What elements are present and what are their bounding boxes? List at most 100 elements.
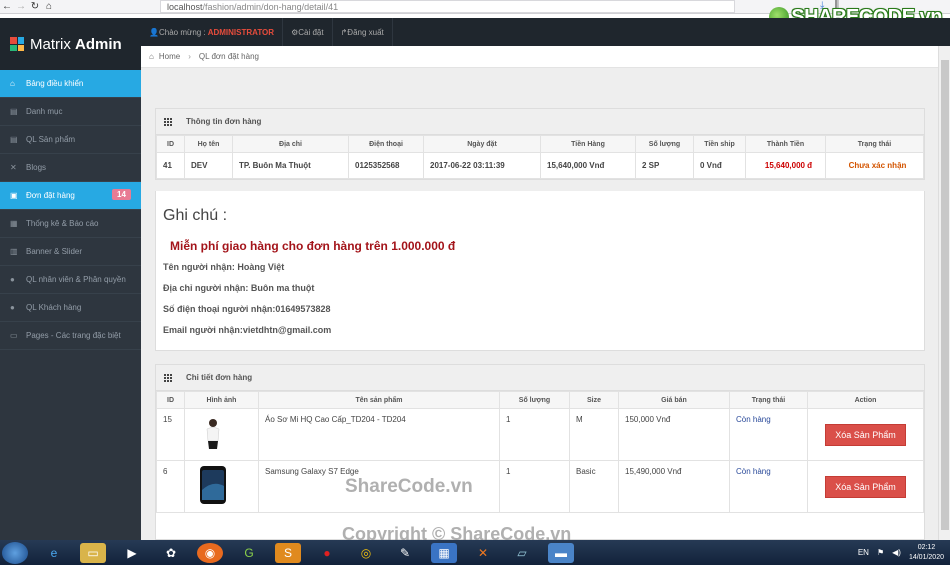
recipient-address: Địa chỉ người nhận: Buôn ma thuột bbox=[163, 283, 315, 293]
sidebar-item-reports[interactable]: ▦ Thống kê & Báo cáo bbox=[0, 210, 141, 238]
goods-total: 15,640,000 Vnđ bbox=[540, 152, 636, 179]
customer-phone: 0125352568 bbox=[348, 152, 424, 179]
sidebar-item-categories[interactable]: ▤ Danh mục bbox=[0, 98, 141, 126]
clock[interactable]: 02:12 14/01/2020 bbox=[909, 543, 944, 563]
chrome-icon[interactable]: ◎ bbox=[353, 543, 379, 563]
gear-icon: ⚙ bbox=[291, 27, 299, 37]
welcome-link[interactable]: 👤 Chào mừng : ADMINISTRATOR bbox=[141, 18, 284, 46]
sidebar: ⌂ Bảng điều khiển ▤ Danh mục ▤ QL Sản phẩm … bbox=[0, 70, 147, 540]
paint-icon[interactable]: ✿ bbox=[158, 543, 184, 563]
screenshot-icon[interactable]: ▬ bbox=[548, 542, 574, 563]
language-indicator[interactable]: EN bbox=[858, 548, 869, 557]
recorder-icon[interactable]: ● bbox=[314, 543, 340, 563]
recipient-email: Email người nhận:vietdhtn@gmail.com bbox=[163, 325, 332, 335]
start-button[interactable] bbox=[2, 541, 28, 564]
volume-icon[interactable]: ◀) bbox=[892, 548, 901, 557]
product-price: 15,490,000 Vnđ bbox=[618, 460, 730, 513]
forward-icon[interactable]: → bbox=[14, 0, 28, 14]
col-header: ID bbox=[156, 135, 185, 153]
order-detail-title: Chi tiết đơn hàng bbox=[186, 373, 253, 382]
product-id: 6 bbox=[156, 460, 185, 513]
main-content: ⌂ Home › QL đơn đặt hàng Thông tin đơn h… bbox=[141, 46, 938, 540]
home-icon[interactable]: ⌂ bbox=[42, 0, 56, 14]
phone-photo-icon bbox=[197, 466, 229, 504]
item-count: 2 SP bbox=[635, 152, 694, 179]
home-icon: ⌂ bbox=[10, 79, 15, 88]
sidebar-item-label: Blogs bbox=[26, 163, 47, 172]
notes-icon[interactable]: ▱ bbox=[509, 543, 535, 563]
logout-link[interactable]: ↱ Đăng xuất bbox=[333, 18, 393, 46]
user-icon: ● bbox=[10, 303, 15, 312]
windows-taskbar: e ▭ ▶ ✿ ◉ G S ● ◎ ✎ ▦ ✕ ▱ ▬ EN ⚑ ◀) 02:1… bbox=[0, 540, 950, 565]
sidebar-item-label: QL Khách hàng bbox=[26, 303, 82, 312]
breadcrumb-home[interactable]: Home bbox=[159, 52, 180, 61]
col-header: Trạng thái bbox=[825, 135, 924, 153]
sidebar-item-customers[interactable]: ● QL Khách hàng bbox=[0, 294, 141, 322]
delete-product-button[interactable]: Xóa Sản Phẩm bbox=[825, 475, 906, 498]
address-bar[interactable]: localhost/fashion/admin/don-hang/detail/… bbox=[160, 0, 735, 13]
recipient-phone: Số điện thoại người nhận:01649573828 bbox=[163, 304, 331, 314]
order-note: Ghi chú : Miễn phí giao hàng cho đơn hàn… bbox=[155, 191, 925, 351]
sidebar-item-blogs[interactable]: ✕ Blogs bbox=[0, 154, 141, 182]
welcome-user: ADMINISTRATOR bbox=[207, 27, 275, 37]
sidebar-item-orders[interactable]: ▣ Đơn đặt hàng 14 bbox=[0, 182, 147, 210]
col-header: Tiền Hàng bbox=[540, 135, 636, 153]
order-id: 41 bbox=[156, 152, 185, 179]
table-header-row: ID Họ tên Địa chỉ Điện thoại Ngày đặt Ti… bbox=[156, 135, 924, 153]
sidebar-item-products[interactable]: ▤ QL Sản phẩm bbox=[0, 126, 141, 154]
reload-icon[interactable]: ↻ bbox=[28, 0, 42, 14]
sublime-icon[interactable]: S bbox=[275, 542, 301, 563]
sidebar-item-banner[interactable]: ▥ Banner & Slider bbox=[0, 238, 141, 266]
product-status[interactable]: Còn hàng bbox=[729, 408, 808, 461]
customer-name: DEV bbox=[184, 152, 233, 179]
sidebar-item-label: Thống kê & Báo cáo bbox=[26, 219, 99, 228]
col-header: ID bbox=[156, 391, 185, 409]
product-size: M bbox=[569, 408, 619, 461]
app-g-icon[interactable]: G bbox=[236, 543, 262, 563]
firefox-icon[interactable]: ◉ bbox=[197, 542, 223, 563]
ie-icon[interactable]: e bbox=[41, 543, 67, 563]
top-nav: 👤 Chào mừng : ADMINISTRATOR ⚙ Cài đặt ↱ … bbox=[141, 18, 393, 46]
action-cell: Xóa Sản Phẩm bbox=[807, 460, 924, 513]
url-host: localhost bbox=[167, 1, 203, 12]
scrollbar[interactable] bbox=[938, 46, 950, 540]
table-row: 41 DEV TP. Buôn Ma Thuột 0125352568 2017… bbox=[156, 152, 924, 179]
brand-light: Matrix bbox=[30, 35, 71, 53]
home-icon: ⌂ bbox=[149, 52, 154, 61]
order-date: 2017-06-22 03:11:39 bbox=[423, 152, 541, 179]
watermark-center: ShareCode.vn bbox=[345, 476, 473, 497]
flag-icon[interactable]: ⚑ bbox=[877, 548, 884, 557]
col-header: Action bbox=[807, 391, 924, 409]
sidebar-item-staff[interactable]: ● QL nhân viên & Phân quyền bbox=[0, 266, 141, 294]
brand[interactable]: Matrix Admin bbox=[0, 18, 141, 70]
delete-product-button[interactable]: Xóa Sản Phẩm bbox=[825, 423, 906, 446]
product-id: 15 bbox=[156, 408, 185, 461]
back-icon[interactable]: ← bbox=[0, 0, 14, 14]
order-detail-header: Chi tiết đơn hàng bbox=[156, 365, 924, 391]
explorer-icon[interactable]: ▭ bbox=[80, 542, 106, 563]
product-size: Basic bbox=[569, 460, 619, 513]
scrollbar-thumb[interactable] bbox=[941, 60, 949, 530]
media-player-icon[interactable]: ▶ bbox=[119, 543, 145, 563]
order-info-title: Thông tin đơn hàng bbox=[186, 117, 262, 126]
order-status[interactable]: Chưa xác nhận bbox=[825, 152, 924, 179]
breadcrumb-current[interactable]: QL đơn đặt hàng bbox=[199, 52, 259, 61]
xampp-icon[interactable]: ✕ bbox=[470, 543, 496, 563]
settings-link[interactable]: ⚙ Cài đặt bbox=[283, 18, 333, 46]
blog-icon: ✕ bbox=[10, 163, 17, 172]
settings-app-icon[interactable]: ✎ bbox=[392, 543, 418, 563]
free-shipping-promo: Miễn phí giao hàng cho đơn hàng trên 1.0… bbox=[170, 239, 456, 253]
network-app-icon[interactable]: ▦ bbox=[431, 542, 457, 563]
col-header: Số lượng bbox=[635, 135, 694, 153]
product-name: Áo Sơ Mi HQ Cao Cấp_TD204 - TD204 bbox=[258, 408, 500, 461]
note-heading: Ghi chú : bbox=[163, 207, 228, 224]
user-icon: ● bbox=[10, 275, 15, 284]
sidebar-item-dashboard[interactable]: ⌂ Bảng điều khiển bbox=[0, 70, 141, 98]
matrix-logo-icon bbox=[10, 37, 24, 51]
product-status[interactable]: Còn hàng bbox=[729, 460, 808, 513]
sidebar-item-pages[interactable]: ▭ Pages - Các trang đặc biệt bbox=[0, 322, 141, 350]
col-header: Ngày đặt bbox=[423, 135, 541, 153]
breadcrumb: ⌂ Home › QL đơn đặt hàng bbox=[141, 46, 938, 68]
col-header: Hình ảnh bbox=[184, 391, 259, 409]
col-header: Size bbox=[569, 391, 619, 409]
